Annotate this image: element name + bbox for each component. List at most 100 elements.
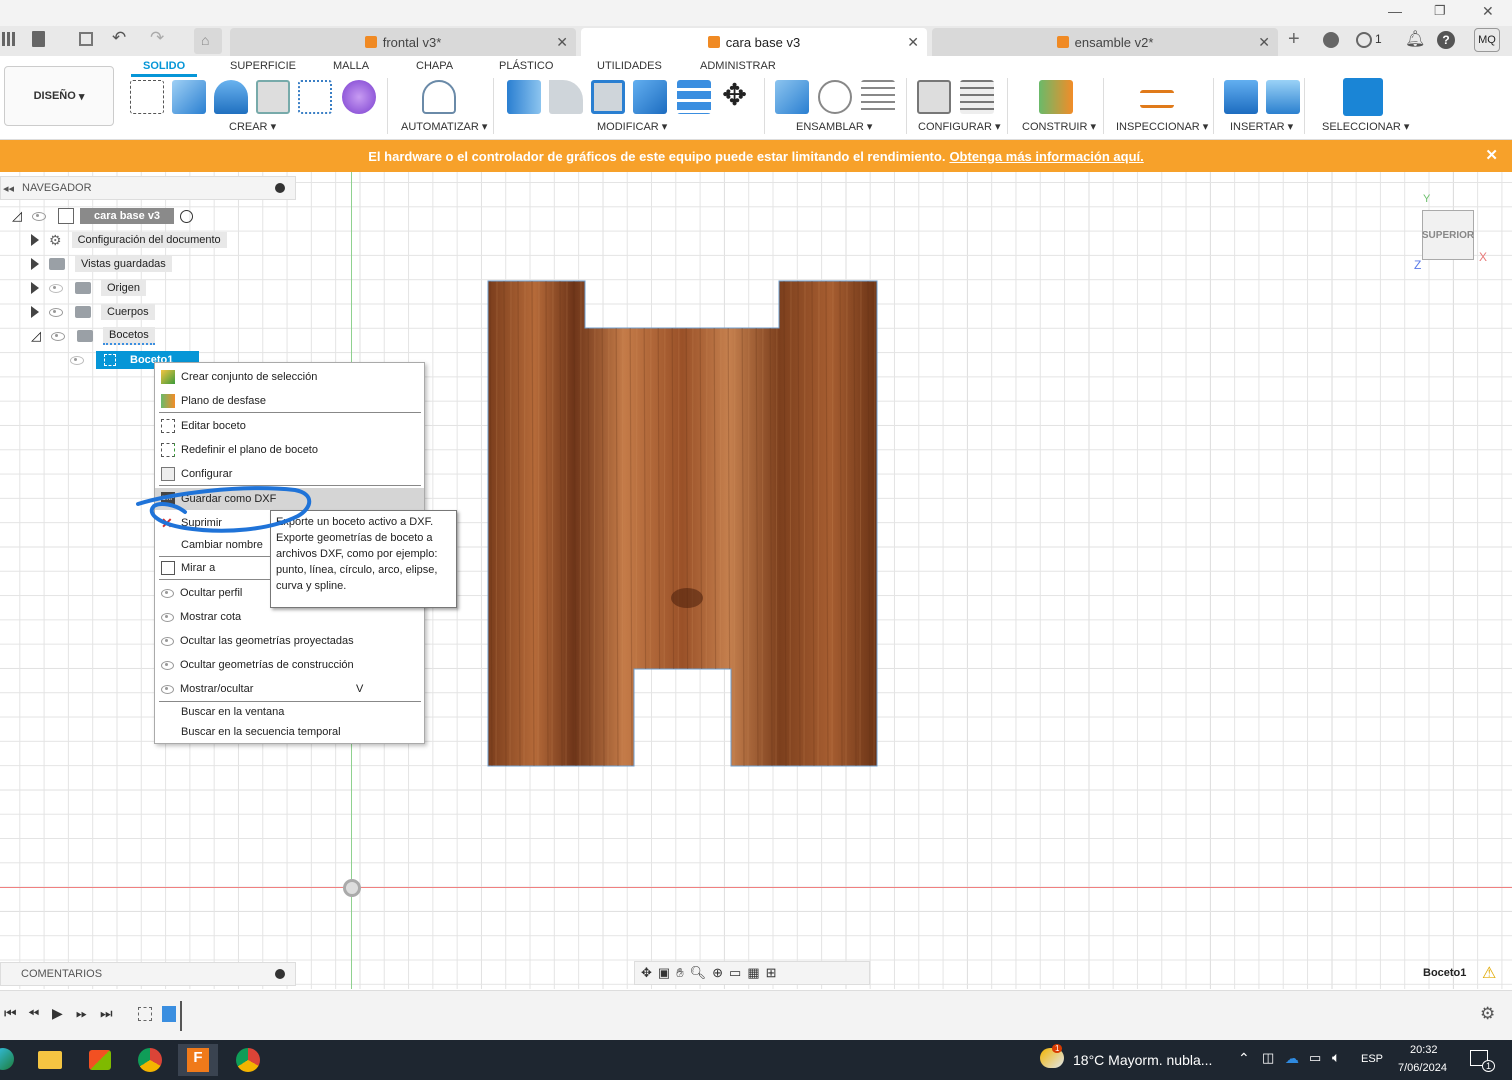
step-back-icon[interactable]: ⏪︎	[28, 1005, 39, 1022]
zoom-icon[interactable]: 🔍︎	[690, 965, 707, 981]
menu-item-redefine-plane[interactable]: Redefinir el plano de boceto	[155, 439, 424, 461]
extrude-icon[interactable]	[172, 80, 206, 114]
hole-icon[interactable]	[256, 80, 290, 114]
shell-icon[interactable]	[591, 80, 625, 114]
group-construir[interactable]: CONSTRUIR ▾	[1022, 120, 1096, 133]
tree-item-views[interactable]: Vistas guardadas	[31, 254, 172, 274]
minimize-browser-icon[interactable]	[275, 183, 285, 193]
user-avatar[interactable]: MQ	[1474, 28, 1500, 52]
timeline-body-feature[interactable]	[162, 1006, 176, 1022]
volume-icon[interactable]: 🔈︎	[1332, 1049, 1340, 1066]
expand-triangle-icon[interactable]	[31, 282, 39, 294]
group-insertar[interactable]: INSERTAR ▾	[1230, 120, 1293, 133]
save-icon[interactable]	[79, 32, 93, 46]
expand-triangle-icon[interactable]	[31, 306, 39, 318]
chrome-icon-2[interactable]	[228, 1044, 268, 1076]
menu-item-offset-plane[interactable]: Plano de desfase	[155, 390, 424, 412]
revolve-icon[interactable]	[214, 80, 248, 114]
timeline-sketch-feature[interactable]	[138, 1007, 152, 1021]
visibility-eye-icon[interactable]	[32, 211, 46, 221]
tab-superficie[interactable]: SUPERFICIE	[230, 60, 296, 72]
tab-utilidades[interactable]: UTILIDADES	[597, 60, 662, 72]
show-hidden-icons[interactable]: ⌃	[1238, 1050, 1250, 1067]
measure-icon[interactable]	[1140, 90, 1174, 108]
sketch-profile-body[interactable]	[487, 280, 879, 768]
group-crear[interactable]: CREAR ▾	[229, 120, 276, 133]
notifications-icon[interactable]: 🔔︎	[1405, 29, 1425, 49]
visibility-eye-icon[interactable]	[51, 331, 65, 341]
group-configurar[interactable]: CONFIGURAR ▾	[918, 120, 1001, 133]
origin-point-icon[interactable]	[343, 879, 361, 897]
minimize-button[interactable]: —	[1388, 3, 1402, 19]
fit-icon[interactable]: ⊕	[712, 965, 723, 981]
collapse-panel-icon[interactable]: ◂◂	[3, 182, 14, 195]
go-to-start-icon[interactable]: ⏮︎	[4, 1005, 17, 1022]
meet-icon[interactable]: ◫	[1262, 1050, 1274, 1066]
workspace-switcher[interactable]: DISEÑO ▾	[4, 66, 114, 126]
tab-administrar[interactable]: ADMINISTRAR	[700, 60, 776, 72]
menu-item-show-hide[interactable]: Mostrar/ocultar V	[155, 678, 424, 700]
hidden-eye-icon[interactable]	[70, 355, 84, 365]
hidden-eye-icon[interactable]	[49, 283, 63, 293]
tree-root[interactable]: ◿ cara base v3	[12, 206, 194, 226]
combine-icon[interactable]	[633, 80, 667, 114]
close-banner-icon[interactable]: ✕	[1485, 146, 1498, 164]
undo-icon[interactable]: ↶	[112, 28, 126, 48]
tree-item-config[interactable]: ⚙ Configuración del documento	[31, 230, 227, 250]
tree-item-bodies[interactable]: Cuerpos	[31, 302, 155, 322]
close-tab-icon[interactable]: ✕	[907, 34, 919, 51]
menu-item-edit-sketch[interactable]: Editar boceto	[155, 415, 424, 437]
tree-item-origin[interactable]: Origen	[31, 278, 147, 298]
group-seleccionar[interactable]: SELECCIONAR ▾	[1322, 120, 1409, 133]
job-status-icon[interactable]	[1356, 32, 1372, 48]
collapse-triangle-icon[interactable]: ◿	[31, 328, 41, 344]
menu-item-find-window[interactable]: Buscar en la ventana	[155, 701, 424, 723]
group-ensamblar[interactable]: ENSAMBLAR ▾	[796, 120, 872, 133]
parameters-icon[interactable]	[917, 80, 951, 114]
banner-link[interactable]: Obtenga más información aquí.	[949, 149, 1143, 164]
press-pull-icon[interactable]	[507, 80, 541, 114]
onedrive-icon[interactable]: ☁	[1285, 1050, 1299, 1067]
close-tab-icon[interactable]: ✕	[1258, 34, 1270, 51]
split-icon[interactable]	[677, 80, 711, 114]
group-modificar[interactable]: MODIFICAR ▾	[597, 120, 667, 133]
tab-solido[interactable]: SOLIDO	[130, 60, 198, 77]
automate-icon[interactable]	[422, 80, 456, 114]
fusion-icon[interactable]: F	[178, 1044, 218, 1076]
grid-icon[interactable]: ▦	[747, 965, 759, 981]
new-component-icon[interactable]	[775, 80, 809, 114]
language-indicator[interactable]: ESP	[1361, 1053, 1383, 1065]
display-settings-icon[interactable]: ▭	[729, 965, 741, 981]
menu-item-hide-projected[interactable]: Ocultar las geometrías proyectadas	[155, 630, 424, 652]
menu-item-create-selection-set[interactable]: Crear conjunto de selección	[155, 366, 424, 388]
file-menu-icon[interactable]	[32, 31, 45, 47]
clock-time[interactable]: 20:32	[1410, 1044, 1438, 1056]
pattern-icon[interactable]	[298, 80, 332, 114]
home-tab[interactable]: ⌂	[194, 28, 222, 54]
app-grid-icon[interactable]	[2, 32, 16, 46]
go-to-end-icon[interactable]: ⏭︎	[100, 1005, 113, 1022]
table-icon[interactable]	[960, 80, 994, 114]
create-sketch-icon[interactable]	[130, 80, 164, 114]
help-icon[interactable]: ?	[1437, 31, 1455, 49]
edge-icon[interactable]	[0, 1048, 14, 1070]
pan-icon[interactable]: ✋︎	[676, 965, 683, 981]
tab-frontal[interactable]: frontal v3* ✕	[230, 28, 576, 56]
collapse-triangle-icon[interactable]: ◿	[12, 208, 22, 224]
file-explorer-icon[interactable]	[30, 1044, 70, 1076]
joint-icon[interactable]	[818, 80, 852, 114]
expand-comments-icon[interactable]	[275, 969, 285, 979]
step-forward-icon[interactable]: ⏩︎	[76, 1005, 87, 1022]
close-window-button[interactable]: ✕	[1482, 3, 1494, 20]
tab-cara-base[interactable]: cara base v3 ✕	[581, 28, 927, 56]
close-tab-icon[interactable]: ✕	[556, 34, 568, 51]
tab-ensamble[interactable]: ensamble v2* ✕	[932, 28, 1278, 56]
select-icon[interactable]	[1343, 78, 1383, 116]
menu-item-find-timeline[interactable]: Buscar en la secuencia temporal	[155, 721, 424, 743]
insert-canvas-icon[interactable]	[1266, 80, 1300, 114]
visibility-eye-icon[interactable]	[49, 307, 63, 317]
tab-plastico[interactable]: PLÁSTICO	[499, 60, 553, 72]
clock-date[interactable]: 7/06/2024	[1398, 1062, 1447, 1074]
tab-malla[interactable]: MALLA	[333, 60, 369, 72]
orbit-icon[interactable]: ✥	[641, 965, 652, 981]
